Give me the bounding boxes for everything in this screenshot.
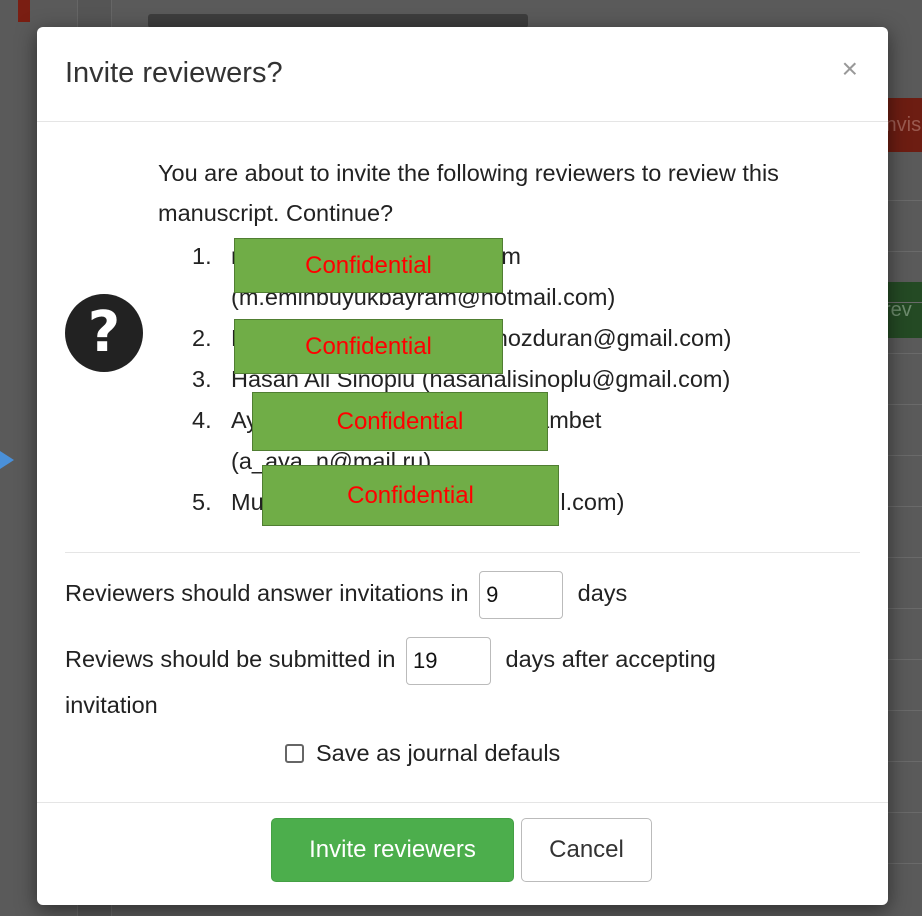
background-row bbox=[888, 354, 922, 405]
redaction-box: Confidential bbox=[262, 465, 559, 526]
dialog-title: Invite reviewers? bbox=[65, 57, 283, 89]
background-row bbox=[888, 711, 922, 762]
cancel-button[interactable]: Cancel bbox=[521, 818, 652, 882]
submit-days-unit: days after accepting bbox=[505, 646, 716, 672]
body-divider bbox=[65, 552, 860, 553]
answer-days-unit: days bbox=[577, 580, 628, 606]
redaction-box: Confidential bbox=[252, 392, 548, 451]
reviewer-number: 5. bbox=[192, 489, 212, 515]
save-defaults-checkbox-row[interactable]: Save as journal defauls bbox=[285, 740, 560, 767]
background-row bbox=[888, 609, 922, 660]
background-red-marker bbox=[18, 0, 30, 22]
reviewer-number: 1. bbox=[192, 243, 212, 269]
submit-deadline-row: Reviews should be submitted in days afte… bbox=[65, 634, 865, 725]
dialog-intro-text: You are about to invite the following re… bbox=[158, 160, 779, 226]
background-row bbox=[888, 201, 922, 252]
reviewer-number: 2. bbox=[192, 325, 212, 351]
redaction-box: Confidential bbox=[234, 319, 503, 374]
invite-reviewers-button[interactable]: Invite reviewers bbox=[271, 818, 514, 882]
background-row bbox=[888, 303, 922, 354]
background-row bbox=[888, 252, 922, 303]
reviewer-number: 4. bbox=[192, 407, 212, 433]
save-defaults-label: Save as journal defauls bbox=[316, 740, 561, 766]
submit-deadline-label: Reviews should be submitted in bbox=[65, 646, 396, 672]
annotation-arrow-icon bbox=[0, 451, 14, 469]
close-icon[interactable]: × bbox=[842, 55, 858, 83]
background-table-rows bbox=[888, 150, 922, 864]
invite-reviewers-dialog: Invite reviewers? × ? You are about to i… bbox=[37, 27, 888, 905]
save-defaults-checkbox[interactable] bbox=[285, 744, 304, 763]
background-row bbox=[888, 762, 922, 813]
background-row bbox=[888, 813, 922, 864]
redaction-box: Confidential bbox=[234, 238, 503, 293]
background-row bbox=[888, 150, 922, 201]
answer-deadline-row: Reviewers should answer invitations in d… bbox=[65, 568, 627, 619]
background-row bbox=[888, 405, 922, 456]
submit-days-unit-continued: invitation bbox=[65, 691, 158, 718]
answer-deadline-label: Reviewers should answer invitations in bbox=[65, 580, 469, 606]
submit-days-input[interactable] bbox=[406, 636, 492, 685]
background-row bbox=[888, 660, 922, 711]
background-row bbox=[888, 507, 922, 558]
reviewer-number: 3. bbox=[192, 366, 212, 392]
header-divider bbox=[37, 121, 888, 122]
background-row bbox=[888, 456, 922, 507]
footer-divider bbox=[37, 802, 888, 803]
background-text-line bbox=[148, 14, 528, 28]
background-row bbox=[888, 558, 922, 609]
question-circle-icon: ? bbox=[65, 294, 143, 372]
answer-days-input[interactable] bbox=[479, 570, 564, 619]
